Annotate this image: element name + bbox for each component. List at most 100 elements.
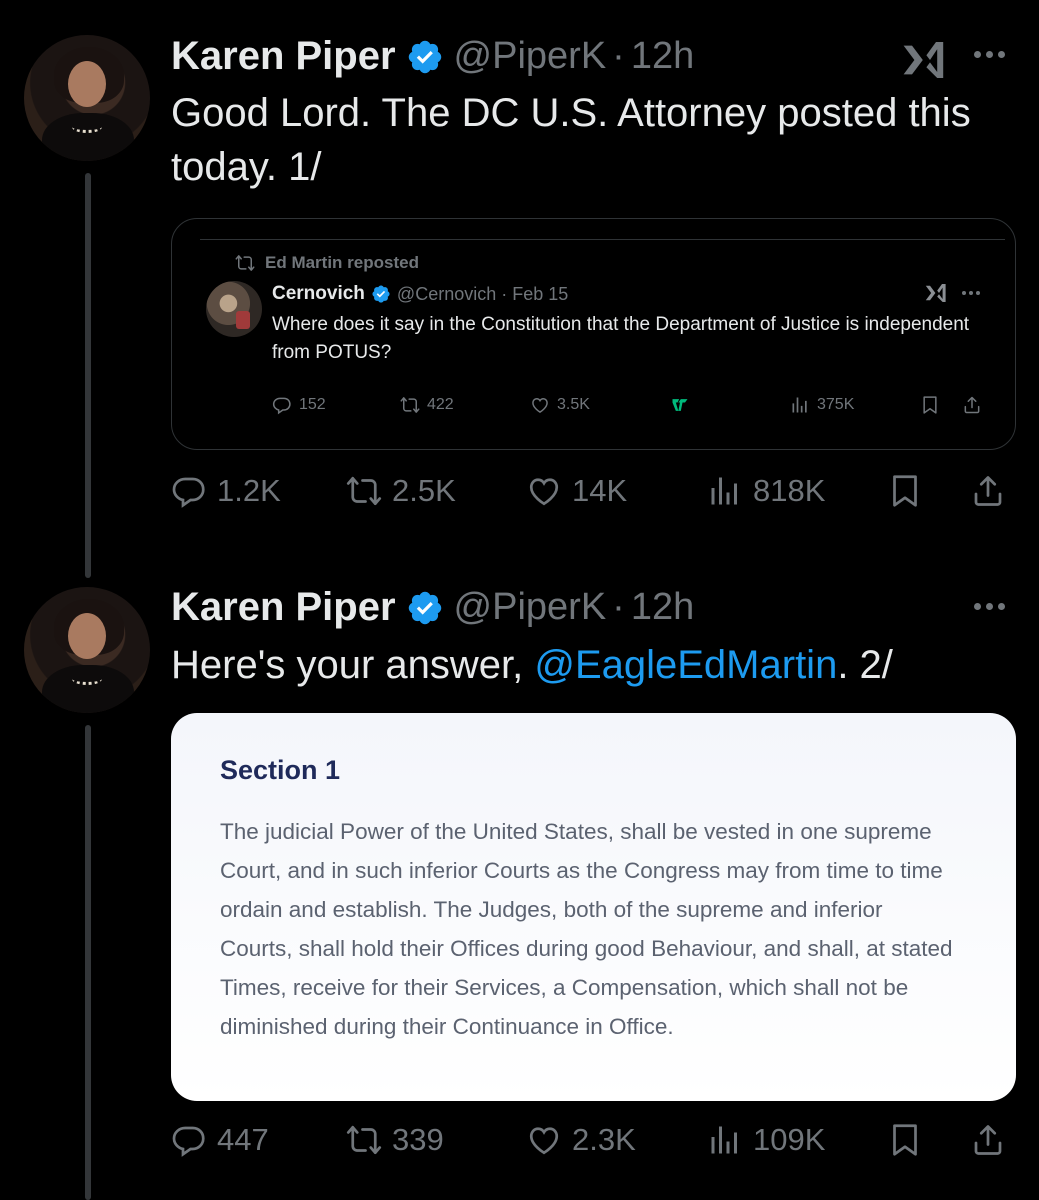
views-count: 109K	[753, 1122, 826, 1157]
thread-line	[85, 173, 91, 578]
avatar-face	[68, 613, 106, 659]
reply-button[interactable]: 447	[171, 1122, 269, 1158]
tweet-time[interactable]: 12h	[631, 586, 694, 629]
reposted-by-text: Ed Martin reposted	[265, 253, 419, 272]
like-count: 2.3K	[572, 1122, 636, 1157]
author-handle[interactable]: @PiperK	[454, 586, 607, 629]
reply-icon	[171, 1122, 207, 1158]
reply-button[interactable]: 1.2K	[171, 473, 281, 509]
verified-badge-icon[interactable]	[371, 284, 391, 304]
repost-icon	[235, 253, 255, 273]
quoted-tweet-actions: 152 422 3.5K 375K	[272, 395, 992, 421]
author-name[interactable]: Karen Piper	[171, 585, 396, 630]
verified-badge-icon[interactable]	[406, 589, 444, 627]
bookmark-icon	[887, 1122, 923, 1158]
views-count: 818K	[753, 473, 826, 508]
more-icon[interactable]	[974, 51, 1005, 58]
separator-dot: ·	[612, 35, 625, 77]
mention-link[interactable]: @EagleEdMartin	[534, 643, 837, 687]
repost-icon	[346, 1122, 382, 1158]
author-avatar[interactable]	[24, 35, 150, 161]
tweet-text-end: . 2/	[837, 643, 893, 687]
reposted-label: Ed Martin reposted	[235, 253, 419, 273]
section-title: Section 1	[220, 755, 341, 785]
avatar-necklace	[72, 673, 102, 685]
bookmark-icon	[887, 473, 923, 509]
author-handle[interactable]: @PiperK	[454, 35, 607, 78]
quoted-author-avatar[interactable]	[206, 281, 262, 337]
verified-badge-icon[interactable]	[406, 38, 444, 76]
quoted-author-handle[interactable]: @Cernovich	[397, 284, 496, 305]
author-avatar[interactable]	[24, 587, 150, 713]
views-icon	[790, 395, 810, 415]
repost-button[interactable]: 422	[400, 395, 454, 415]
views-icon	[707, 1122, 743, 1158]
like-icon	[530, 395, 550, 415]
tweet-text: Here's your answer, @EagleEdMartin. 2/	[171, 638, 1021, 692]
views-button[interactable]: 375K	[790, 395, 854, 415]
reply-button[interactable]: 152	[272, 395, 326, 415]
quote-divider	[200, 239, 1005, 240]
reply-count: 447	[217, 1122, 269, 1157]
separator-dot: ·	[501, 283, 508, 304]
like-count: 3.5K	[557, 396, 590, 413]
share-button[interactable]	[970, 473, 1006, 509]
repost-count: 2.5K	[392, 473, 456, 508]
share-button[interactable]	[962, 395, 982, 415]
separator-dot: ·	[612, 586, 625, 628]
reply-count: 1.2K	[217, 473, 281, 508]
tipjar-button[interactable]	[670, 395, 690, 415]
tweet-header: Karen Piper @PiperK · 12h	[171, 34, 694, 79]
tipjar-icon	[672, 399, 688, 411]
views-icon	[707, 473, 743, 509]
quoted-author-name[interactable]: Cernovich	[272, 283, 365, 305]
tweet-actions: 447 339 2.3K 109K	[171, 1122, 1016, 1172]
grok-icon[interactable]	[900, 36, 948, 84]
bookmark-icon	[920, 395, 940, 415]
reply-count: 152	[299, 396, 326, 413]
tweet-text: Good Lord. The DC U.S. Attorney posted t…	[171, 91, 971, 189]
tweet-time[interactable]: 12h	[631, 35, 694, 78]
more-icon[interactable]	[974, 603, 1005, 610]
attached-image-card[interactable]: Section 1 The judicial Power of the Unit…	[171, 713, 1016, 1101]
tweet-header: Karen Piper @PiperK · 12h	[171, 585, 694, 630]
quoted-tweet-time[interactable]: Feb 15	[512, 284, 568, 305]
tweet-text-start: Here's your answer,	[171, 643, 535, 687]
grok-icon[interactable]	[924, 281, 948, 305]
repost-icon	[400, 395, 420, 415]
share-icon	[970, 473, 1006, 509]
bookmark-button[interactable]	[887, 473, 923, 509]
like-icon	[526, 1122, 562, 1158]
like-button[interactable]: 2.3K	[526, 1122, 636, 1158]
section-body-text: The judicial Power of the United States,…	[220, 819, 953, 1039]
repost-count: 339	[392, 1122, 444, 1157]
like-icon	[526, 473, 562, 509]
reply-icon	[272, 395, 292, 415]
thread-line	[85, 725, 91, 1200]
share-icon	[962, 395, 982, 415]
views-button[interactable]: 818K	[707, 473, 825, 509]
like-button[interactable]: 14K	[526, 473, 627, 509]
like-button[interactable]: 3.5K	[530, 395, 590, 415]
quoted-tweet-text: Where does it say in the Constitution th…	[272, 314, 970, 363]
avatar-face	[68, 61, 106, 107]
tweet-actions: 1.2K 2.5K 14K 818K	[171, 473, 1016, 523]
like-count: 14K	[572, 473, 628, 508]
quoted-tweet-header: Cernovich @Cernovich · Feb 15	[272, 283, 568, 305]
avatar-detail	[236, 311, 250, 329]
more-icon[interactable]	[962, 291, 980, 295]
views-button[interactable]: 109K	[707, 1122, 825, 1158]
quoted-tweet-card[interactable]: Ed Martin reposted Cernovich @Cernovich …	[171, 218, 1016, 450]
repost-button[interactable]: 2.5K	[346, 473, 456, 509]
bookmark-button[interactable]	[887, 1122, 923, 1158]
avatar-necklace	[72, 121, 102, 133]
repost-count: 422	[427, 396, 454, 413]
share-button[interactable]	[970, 1122, 1006, 1158]
bookmark-button[interactable]	[920, 395, 940, 415]
repost-button[interactable]: 339	[346, 1122, 444, 1158]
repost-icon	[346, 473, 382, 509]
share-icon	[970, 1122, 1006, 1158]
views-count: 375K	[817, 396, 855, 413]
author-name[interactable]: Karen Piper	[171, 34, 396, 79]
reply-icon	[171, 473, 207, 509]
